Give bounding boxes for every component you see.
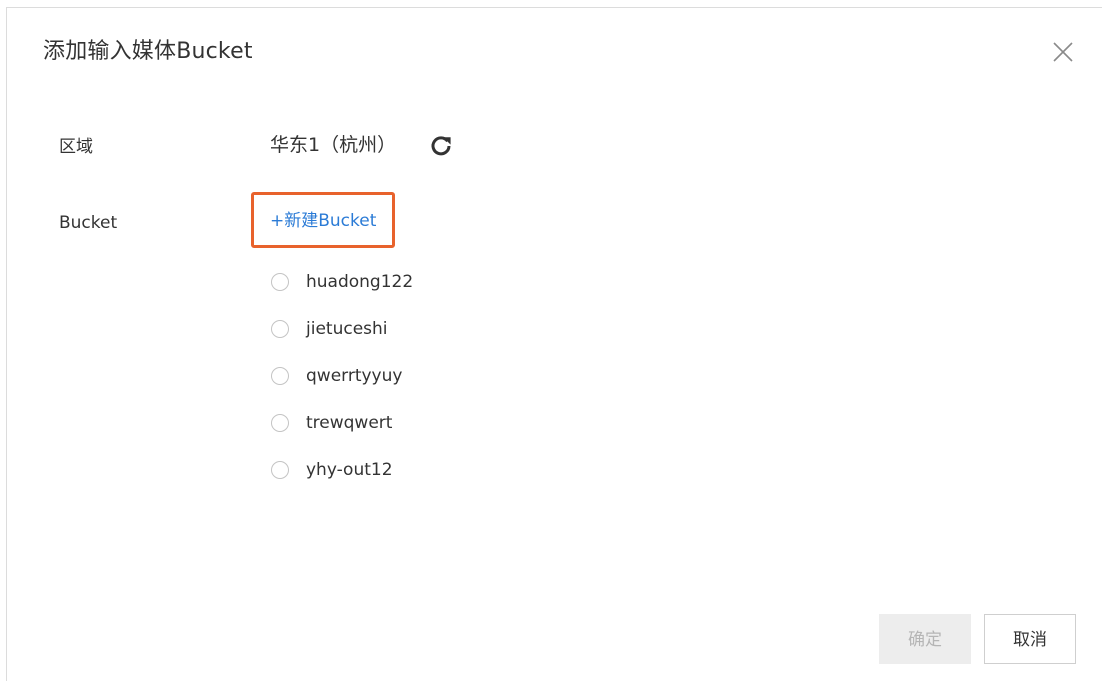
bucket-option-label: yhy-out12	[306, 459, 393, 480]
bucket-label: Bucket	[59, 213, 118, 233]
radio-button[interactable]	[271, 366, 289, 385]
bucket-option-label: huadong122	[306, 271, 414, 292]
confirm-button[interactable]: 确定	[879, 614, 971, 664]
cancel-button[interactable]: 取消	[984, 614, 1076, 664]
add-input-bucket-dialog: 添加输入媒体Bucket 区域 华东1（杭州） Bucket +新建Bucket…	[6, 7, 1102, 681]
dialog-title: 添加输入媒体Bucket	[43, 39, 253, 64]
bucket-option-label: trewqwert	[306, 412, 393, 433]
bucket-option[interactable]: huadong122	[271, 258, 413, 305]
refresh-button[interactable]	[428, 133, 454, 159]
region-value: 华东1（杭州）	[270, 134, 397, 156]
bucket-option[interactable]: jietuceshi	[271, 305, 413, 352]
bucket-option-label: qwerrtyyuy	[306, 365, 403, 386]
bucket-option[interactable]: qwerrtyyuy	[271, 352, 413, 399]
refresh-icon	[431, 136, 451, 156]
new-bucket-link[interactable]: +新建Bucket	[270, 210, 376, 232]
radio-button[interactable]	[271, 272, 289, 291]
close-icon	[1053, 42, 1073, 62]
bucket-radio-list: huadong122 jietuceshi qwerrtyyuy trewqwe…	[271, 258, 413, 493]
bucket-option[interactable]: trewqwert	[271, 399, 413, 446]
bucket-option[interactable]: yhy-out12	[271, 446, 413, 493]
radio-button[interactable]	[271, 319, 289, 338]
bucket-option-label: jietuceshi	[306, 318, 388, 339]
region-label: 区域	[59, 137, 93, 157]
radio-button[interactable]	[271, 460, 289, 479]
close-button[interactable]	[1049, 38, 1077, 66]
radio-button[interactable]	[271, 413, 289, 432]
